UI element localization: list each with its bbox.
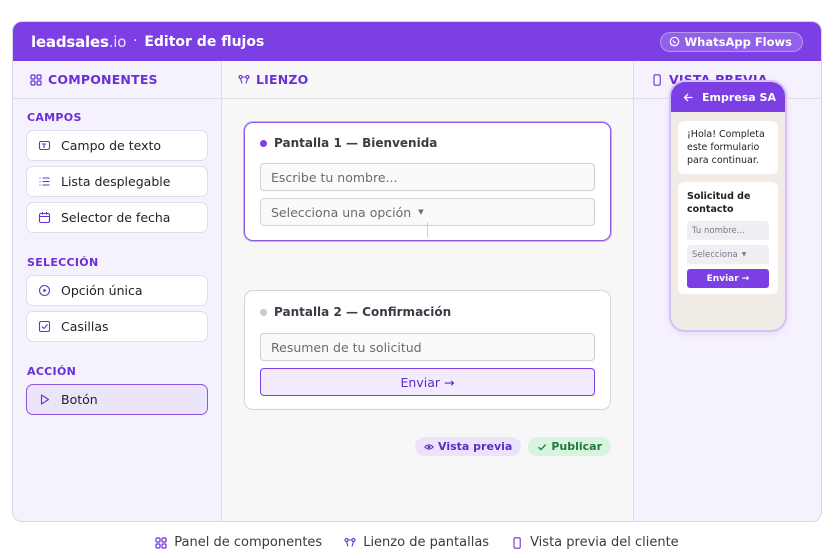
preview-submit-button[interactable]: Enviar → bbox=[687, 269, 769, 288]
list-icon bbox=[39, 177, 50, 186]
screen-card-2[interactable]: Pantalla 2 — Confirmación Resumen de tu … bbox=[244, 290, 611, 410]
component-date-picker[interactable]: Selector de fecha bbox=[26, 202, 208, 233]
eye-icon bbox=[424, 443, 434, 450]
screen-title-label: Pantalla 2 — Confirmación bbox=[274, 305, 452, 319]
canvas-panel: LIENZO Pantalla 1 — Bienvenida Escribe t… bbox=[222, 61, 634, 521]
status-dot-inactive bbox=[260, 308, 267, 316]
check-icon bbox=[538, 443, 547, 451]
legend-label: Panel de componentes bbox=[174, 535, 323, 550]
send-button[interactable]: Enviar → bbox=[260, 368, 595, 396]
grid-icon bbox=[155, 536, 167, 549]
top-bar: leadsales.io · Editor de flujos WhatsApp… bbox=[13, 22, 821, 61]
preview-label: Vista previa bbox=[438, 440, 513, 453]
publish-button[interactable]: Publicar bbox=[528, 437, 611, 456]
legend-label: Lienzo de pantallas bbox=[363, 535, 490, 550]
canvas-title: LIENZO bbox=[256, 72, 309, 87]
component-dropdown-list[interactable]: Lista desplegable bbox=[26, 166, 208, 197]
chevron-down-icon: ▼ bbox=[418, 208, 424, 216]
preview-button[interactable]: Vista previa bbox=[415, 437, 522, 456]
text-field-icon bbox=[38, 140, 51, 151]
publish-label: Publicar bbox=[551, 440, 602, 453]
legend: Panel de componentes Lienzo de pantallas… bbox=[0, 535, 834, 550]
component-label: Botón bbox=[61, 392, 98, 407]
preview-select-field[interactable]: Selecciona ▼ bbox=[687, 245, 769, 264]
canvas-header: LIENZO bbox=[222, 61, 633, 99]
chevron-down-icon: ▼ bbox=[741, 251, 747, 258]
components-panel: COMPONENTES CAMPOS Campo de texto Lista … bbox=[13, 61, 222, 521]
group-label-accion: ACCIÓN bbox=[27, 365, 77, 378]
component-checkboxes[interactable]: Casillas bbox=[26, 311, 208, 342]
field-placeholder: Escribe tu nombre... bbox=[271, 169, 398, 185]
components-header: COMPONENTES bbox=[13, 61, 221, 99]
name-input-field[interactable]: Escribe tu nombre... bbox=[260, 163, 595, 191]
component-single-option[interactable]: Opción única bbox=[26, 275, 208, 306]
component-label: Opción única bbox=[61, 283, 143, 298]
component-label: Casillas bbox=[61, 319, 109, 334]
play-icon bbox=[40, 394, 50, 405]
summary-input-field[interactable]: Resumen de tu solicitud bbox=[260, 333, 595, 361]
flow-icon bbox=[344, 537, 356, 547]
component-label: Campo de texto bbox=[61, 138, 162, 153]
status-dot-active bbox=[260, 139, 267, 147]
phone-icon bbox=[513, 536, 521, 549]
app-title: Editor de flujos bbox=[144, 33, 265, 50]
screen-connector bbox=[427, 222, 428, 237]
legend-item-canvas: Lienzo de pantallas bbox=[344, 535, 489, 550]
arrow-left-icon[interactable] bbox=[683, 92, 694, 103]
preview-name-field[interactable]: Tu nombre... bbox=[687, 221, 769, 240]
group-label-campos: CAMPOS bbox=[27, 111, 82, 124]
components-title: COMPONENTES bbox=[48, 72, 158, 87]
field-placeholder: Selecciona una opción bbox=[271, 204, 412, 220]
screen-title: Pantalla 1 — Bienvenida bbox=[260, 123, 595, 163]
preview-placeholder: Selecciona bbox=[692, 249, 738, 260]
brand-logo: leadsales.io bbox=[31, 32, 127, 51]
screen-title-label: Pantalla 1 — Bienvenida bbox=[274, 136, 438, 150]
flow-icon bbox=[238, 74, 250, 84]
calendar-icon bbox=[38, 212, 51, 224]
component-label: Selector de fecha bbox=[61, 210, 171, 225]
chat-message: ¡Hola! Completa este formulario para con… bbox=[678, 121, 778, 174]
phone-contact-name: Empresa SA bbox=[702, 90, 776, 104]
group-label-seleccion: SELECCIÓN bbox=[27, 256, 99, 269]
preview-form-card: Solicitud de contacto Tu nombre... Selec… bbox=[678, 182, 778, 294]
whatsapp-flows-badge[interactable]: WhatsApp Flows bbox=[660, 31, 803, 52]
canvas-actions: Vista previa Publicar bbox=[415, 437, 611, 456]
phone-icon bbox=[653, 73, 661, 86]
legend-item-preview: Vista previa del cliente bbox=[511, 535, 679, 550]
field-placeholder: Resumen de tu solicitud bbox=[271, 339, 422, 355]
title-separator: · bbox=[133, 34, 138, 49]
screen-title: Pantalla 2 — Confirmación bbox=[260, 291, 595, 333]
radio-icon bbox=[38, 284, 51, 297]
component-text-field[interactable]: Campo de texto bbox=[26, 130, 208, 161]
component-button[interactable]: Botón bbox=[26, 384, 208, 415]
grid-icon bbox=[30, 73, 42, 86]
checkbox-icon bbox=[38, 320, 51, 333]
preview-form-title: Solicitud de contacto bbox=[687, 191, 751, 215]
phone-header: Empresa SA bbox=[671, 82, 785, 112]
phone-preview: Empresa SA ¡Hola! Completa este formular… bbox=[669, 80, 787, 332]
app-window: leadsales.io · Editor de flujos WhatsApp… bbox=[12, 21, 822, 522]
preview-panel: VISTA PREVIA Empresa SA ¡Hola! Completa … bbox=[634, 61, 821, 521]
legend-label: Vista previa del cliente bbox=[530, 535, 679, 550]
preview-placeholder: Tu nombre... bbox=[692, 225, 745, 236]
legend-item-components: Panel de componentes bbox=[155, 535, 322, 550]
whatsapp-icon bbox=[670, 36, 680, 47]
component-label: Lista desplegable bbox=[61, 174, 171, 189]
badge-label: WhatsApp Flows bbox=[684, 34, 792, 49]
